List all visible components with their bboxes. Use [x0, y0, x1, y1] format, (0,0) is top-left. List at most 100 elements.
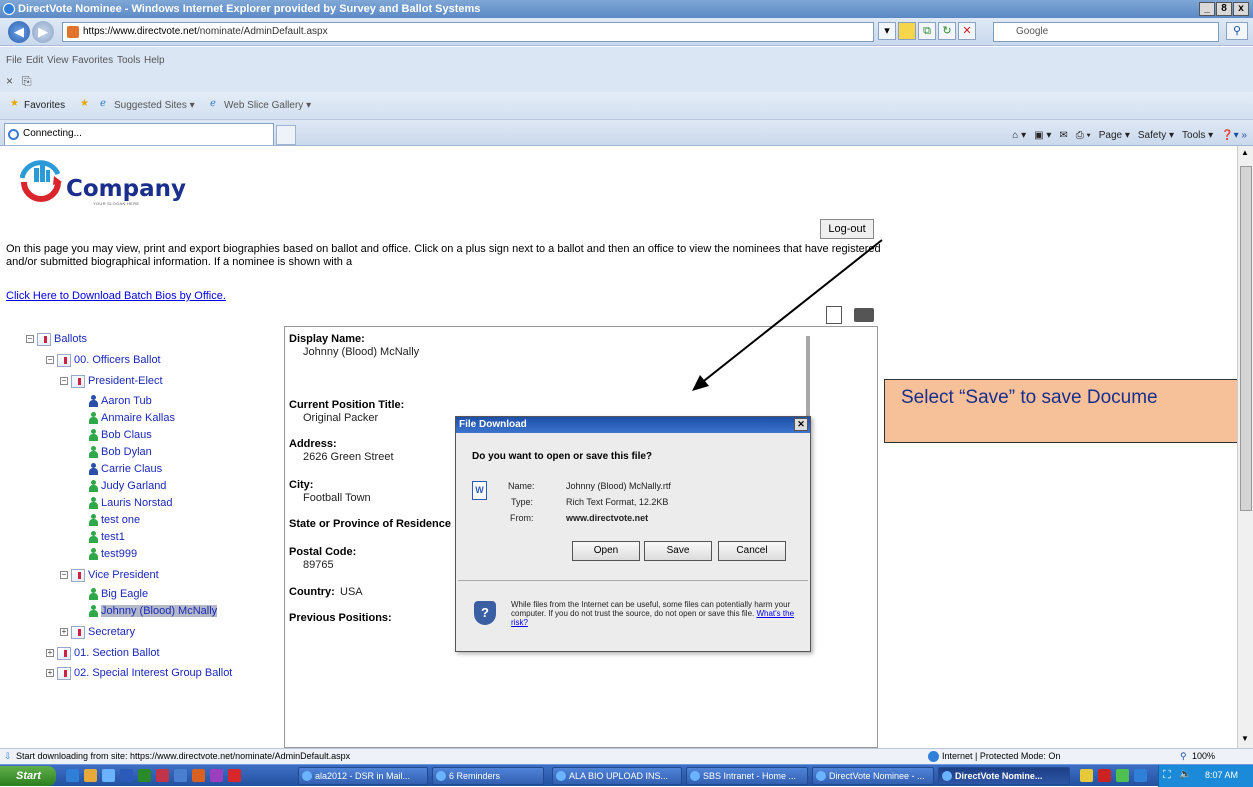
new-tab-button[interactable] [276, 125, 296, 145]
search-input[interactable]: Google [1016, 26, 1048, 37]
start-button[interactable]: Start [0, 766, 56, 786]
minimize-button[interactable]: _ [1199, 2, 1215, 16]
tree-nominee[interactable]: Big Eagle [88, 587, 148, 602]
tree-nominee[interactable]: test999 [88, 547, 137, 562]
feeds-icon[interactable]: ▣ ▾ [1034, 130, 1051, 141]
tray-icon[interactable] [1098, 769, 1111, 782]
compatibility-icon[interactable]: ⧉ [918, 22, 936, 40]
scrollbar-thumb[interactable] [1240, 166, 1252, 511]
expand-icon[interactable]: + [46, 669, 54, 678]
tab-current[interactable]: Connecting... [4, 123, 274, 145]
tree-ballot-01[interactable]: +01. Section Ballot [46, 646, 160, 661]
search-box[interactable]: Google [993, 22, 1219, 42]
quicklaunch-access-icon[interactable] [156, 769, 169, 782]
forward-button[interactable]: ▶ [32, 21, 54, 43]
address-bar[interactable]: https://www.directvote.net/nominate/Admi… [62, 22, 874, 42]
task-mail[interactable]: ala2012 - DSR in Mail... [298, 767, 428, 785]
save-button[interactable]: Save [644, 541, 712, 561]
collapse-icon[interactable]: − [26, 335, 34, 344]
stop-icon[interactable]: ✕ [958, 22, 976, 40]
scroll-up-icon[interactable]: ▲ [1241, 148, 1249, 157]
collapse-icon[interactable]: − [60, 377, 68, 386]
tree-nominee[interactable]: test one [88, 513, 140, 528]
task-directvote-2[interactable]: DirectVote Nomine... [938, 767, 1070, 785]
open-button[interactable]: Open [572, 541, 640, 561]
refresh-icon[interactable]: ↻ [938, 22, 956, 40]
add-favorite-icon[interactable]: ★ [80, 98, 89, 109]
quicklaunch-excel-icon[interactable] [138, 769, 151, 782]
close-window-button[interactable]: x [1233, 2, 1249, 16]
task-word-doc[interactable]: ALA BIO UPLOAD INS... [552, 767, 682, 785]
quicklaunch-pdf-icon[interactable] [228, 769, 241, 782]
tree-ballot-00[interactable]: − 00. Officers Ballot [46, 353, 161, 368]
tray-icon[interactable] [1134, 769, 1147, 782]
tray-icon[interactable] [1080, 769, 1093, 782]
menu-favorites[interactable]: Favorites [72, 55, 113, 66]
page-scrollbar[interactable]: ▲ ▼ [1237, 146, 1253, 748]
mail-icon[interactable]: ✉ [1059, 130, 1067, 141]
zoom-icon[interactable]: ⚲ [1180, 749, 1187, 764]
task-directvote-1[interactable]: DirectVote Nominee - ... [812, 767, 934, 785]
close-icon[interactable]: × [6, 74, 13, 88]
quicklaunch-mail-icon[interactable] [84, 769, 97, 782]
task-reminders[interactable]: 6 Reminders [432, 767, 544, 785]
help-icon[interactable]: ❓▾ » [1221, 130, 1247, 141]
tree-label: 02. Special Interest Group Ballot [74, 667, 233, 679]
web-slice-gallery-link[interactable]: Web Slice Gallery ▾ [224, 100, 311, 111]
collapse-icon[interactable]: − [60, 571, 68, 580]
address-dropdown-icon[interactable]: ▾ [878, 22, 896, 40]
tray-icon[interactable] [1116, 769, 1129, 782]
tree-nominee[interactable]: test1 [88, 530, 125, 545]
back-button[interactable]: ◀ [8, 21, 30, 43]
ballot-icon [57, 646, 71, 660]
expand-icon[interactable]: + [46, 649, 54, 658]
dialog-close-button[interactable]: ✕ [794, 418, 808, 431]
scroll-down-icon[interactable]: ▼ [1241, 734, 1249, 743]
tree-office-secretary[interactable]: + Secretary [60, 625, 135, 640]
tools-menu[interactable]: Tools ▾ [1182, 130, 1213, 141]
safety-menu[interactable]: Safety ▾ [1138, 130, 1174, 141]
page-menu[interactable]: Page ▾ [1099, 130, 1130, 141]
tree-ballot-02[interactable]: +02. Special Interest Group Ballot [46, 666, 232, 681]
favorites-button[interactable]: Favorites [24, 100, 65, 111]
print-icon[interactable]: ⎙ ▾ [1076, 130, 1091, 141]
menu-file[interactable]: File [6, 55, 22, 66]
tree-nominee[interactable]: Aaron Tub [88, 394, 152, 409]
menu-tools[interactable]: Tools [117, 55, 140, 66]
task-intranet[interactable]: SBS Intranet - Home ... [686, 767, 808, 785]
maximize-button[interactable]: 8 [1216, 2, 1232, 16]
expand-icon[interactable]: + [60, 628, 68, 637]
quicklaunch-desktop-icon[interactable] [66, 769, 79, 782]
quicklaunch-powerpoint-icon[interactable] [192, 769, 205, 782]
download-batch-bios-link[interactable]: Click Here to Download Batch Bios by Off… [6, 290, 226, 302]
cancel-button[interactable]: Cancel [718, 541, 786, 561]
tree-nominee[interactable]: Bob Claus [88, 428, 152, 443]
quicklaunch-ie-icon[interactable] [102, 769, 115, 782]
quicklaunch-onenote-icon[interactable] [210, 769, 223, 782]
tree-office-president-elect[interactable]: − President-Elect [60, 374, 163, 389]
network-icon[interactable]: ⛶ [1163, 769, 1171, 782]
lock-icon[interactable] [898, 22, 916, 40]
tree-nominee[interactable]: Lauris Norstad [88, 496, 173, 511]
tree-nominee[interactable]: Bob Dylan [88, 445, 152, 460]
menu-edit[interactable]: Edit [26, 55, 43, 66]
quicklaunch-folder-icon[interactable] [174, 769, 187, 782]
tree-nominee[interactable]: Anmaire Kallas [88, 411, 175, 426]
search-icon[interactable]: ⚲ [1226, 22, 1248, 40]
collapse-icon[interactable]: − [46, 356, 54, 365]
quicklaunch-word-icon[interactable] [120, 769, 133, 782]
menu-view[interactable]: View [47, 55, 69, 66]
tree-root[interactable]: − Ballots [26, 332, 87, 347]
tree-nominee[interactable]: Judy Garland [88, 479, 166, 494]
home-icon[interactable]: ⌂ ▾ [1012, 130, 1026, 141]
zone-text[interactable]: Internet | Protected Mode: On [942, 749, 1060, 764]
tree-nominee-selected[interactable]: Johnny (Blood) McNally [88, 604, 218, 619]
volume-icon[interactable]: 🔈 [1179, 769, 1191, 780]
zoom-level[interactable]: 100% [1192, 749, 1215, 764]
clock[interactable]: 8:07 AM [1205, 770, 1238, 780]
suggested-sites-link[interactable]: Suggested Sites ▾ [114, 100, 195, 111]
convert-icon[interactable]: ⎘ [22, 74, 32, 89]
tree-office-vice-president[interactable]: − Vice President [60, 568, 159, 583]
menu-help[interactable]: Help [144, 55, 165, 66]
tree-nominee[interactable]: Carrie Claus [88, 462, 162, 477]
